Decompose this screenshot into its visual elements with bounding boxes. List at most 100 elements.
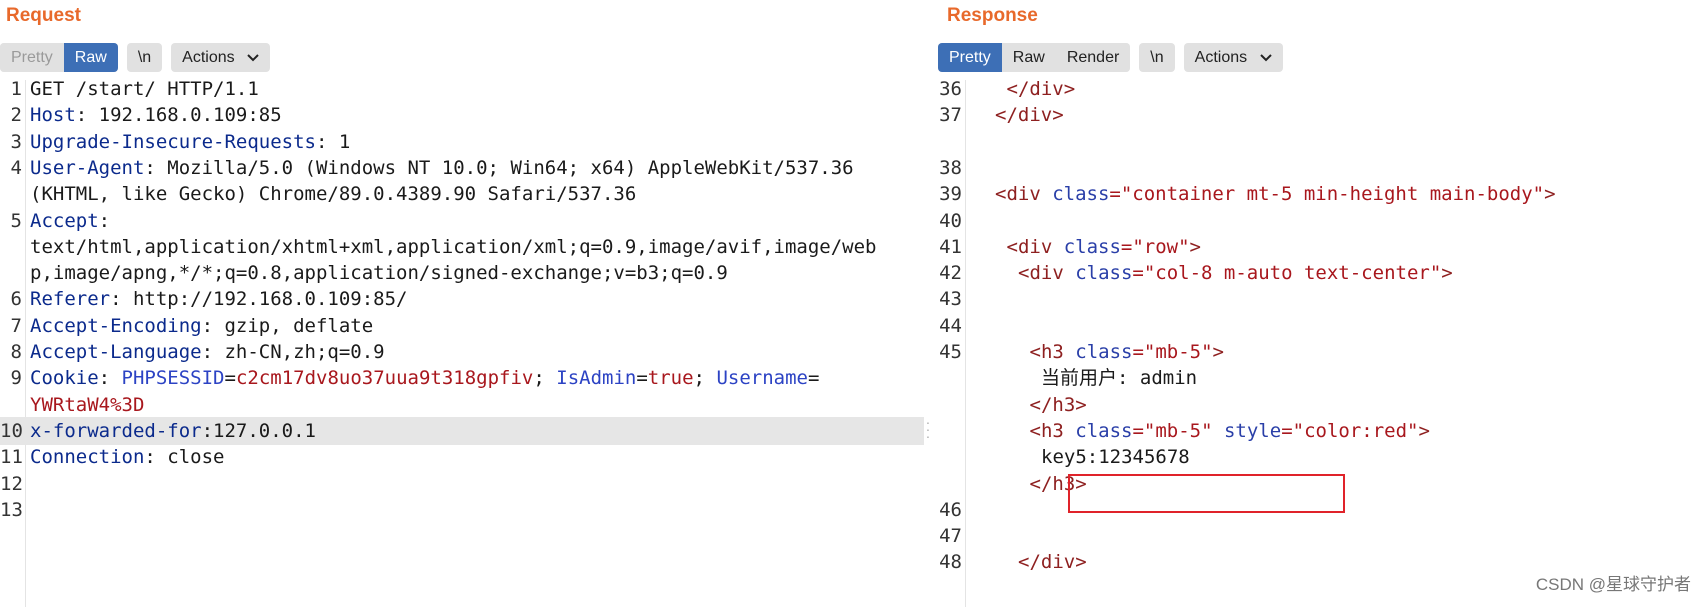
line-number: 11: [0, 446, 23, 469]
line-number: 12: [0, 472, 23, 495]
line-number: 6: [10, 288, 22, 311]
code-token: Host: [30, 104, 76, 127]
response-actions-button[interactable]: Actions: [1183, 43, 1283, 72]
code-line: x-forwarded-for:127.0.0.1: [30, 417, 924, 445]
code-token: 当前用户: admin: [1041, 367, 1198, 390]
code-token: Upgrade-Insecure-Requests: [30, 130, 316, 153]
code-line: <h3 class="mb-5" style="color:red">: [972, 417, 1703, 445]
request-editor[interactable]: 1 2 3 4 5 6 7 8 9 10 11 12 13 GET /start/ HTTP/1.1 Ho…: [0, 78, 924, 607]
code-token: : zh-CN,zh;q=0.9: [201, 341, 385, 363]
response-toolbar: Pretty Raw Render \n Actions: [938, 43, 1283, 72]
response-view-toggle: Pretty Raw Render: [938, 43, 1131, 72]
response-editor[interactable]: 36 37 38 39 40 41 42 43 44 45 46 47 48 </div> </div> <…: [936, 78, 1703, 607]
code-token: class: [1063, 235, 1121, 258]
code-token: Connection: [30, 446, 145, 469]
code-token: ="row": [1120, 235, 1190, 258]
response-pane: Response Pretty Raw Render \n Actions 36…: [936, 0, 1703, 607]
line-number: 36: [939, 78, 962, 100]
code-token: (KHTML, like Gecko) Chrome/89.0.4389.90 …: [30, 183, 637, 206]
watermark: CSDN @星球守护者: [1535, 575, 1691, 594]
code-token: </div>: [1018, 551, 1087, 574]
code-line: key5:12345678: [972, 443, 1703, 471]
code-token: : 192.168.0.109:85: [75, 104, 282, 127]
code-token: ="container mt-5 min-height main-body": [1109, 183, 1545, 206]
drag-handle-icon[interactable]: · · ·: [925, 415, 931, 443]
line-number: 47: [939, 525, 962, 548]
code-line: p,image/apng,*/*;q=0.8,application/signe…: [30, 259, 924, 287]
response-actions-label: Actions: [1194, 49, 1248, 66]
request-actions-label: Actions: [182, 49, 235, 66]
code-token: key5:12345678: [1041, 446, 1190, 469]
request-raw-tab[interactable]: Raw: [63, 43, 118, 72]
code-token: :127.0.0.1: [201, 419, 316, 442]
code-token: Accept-Encoding: [30, 314, 202, 337]
line-number: 3: [10, 130, 22, 153]
code-token: <div: [1006, 235, 1064, 258]
request-pretty-tab[interactable]: Pretty: [0, 43, 64, 72]
response-render-tab[interactable]: Render: [1055, 43, 1131, 72]
code-token: text/html,application/xhtml+xml,applicat…: [30, 235, 877, 258]
code-token: class: [1075, 262, 1133, 285]
code-token: </div>: [1006, 78, 1076, 100]
code-token: PHPSESSID: [121, 367, 225, 390]
request-actions-button[interactable]: Actions: [171, 43, 271, 72]
code-line: <div class="col-8 m-auto text-center">: [972, 259, 1703, 287]
code-token: : 1: [315, 130, 351, 153]
code-line: text/html,application/xhtml+xml,applicat…: [30, 233, 924, 261]
code-token: :: [98, 367, 122, 390]
line-number: 10: [0, 419, 23, 442]
chevron-down-icon: [247, 54, 259, 62]
code-token: ="mb-5": [1132, 341, 1213, 363]
response-newline-toggle[interactable]: \n: [1139, 43, 1175, 72]
pane-divider[interactable]: [924, 0, 936, 607]
line-number: 1: [10, 78, 22, 100]
line-number: 39: [939, 183, 962, 206]
code-token: GET /start/ HTTP/1.1: [30, 78, 259, 100]
code-token: =: [807, 367, 820, 390]
code-token: IsAdmin: [556, 367, 637, 390]
request-title: Request: [6, 5, 81, 26]
code-token: ="mb-5": [1132, 419, 1224, 442]
code-token: YWRtaW4%3D: [30, 393, 145, 416]
code-line: Upgrade-Insecure-Requests: 1: [30, 128, 924, 156]
line-number: 48: [939, 551, 962, 574]
code-line: Cookie: PHPSESSID=c2cm17dv8uo37uua9t318g…: [30, 364, 924, 392]
request-toolbar: Pretty Raw \n Actions: [0, 43, 271, 72]
code-token: ;: [693, 367, 717, 390]
line-number: 42: [939, 262, 962, 285]
code-line: Accept:: [30, 207, 924, 235]
code-token: : gzip, deflate: [201, 314, 374, 337]
code-line: 当前用户: admin: [972, 364, 1703, 392]
code-token: Referer: [30, 288, 111, 311]
code-token: p,image/apng,*/*;q=0.8,application/signe…: [30, 262, 728, 285]
code-token: class: [1075, 341, 1133, 363]
response-pretty-tab[interactable]: Pretty: [938, 43, 1002, 72]
line-number: 44: [939, 314, 962, 337]
response-title: Response: [947, 5, 1038, 26]
code-token: >: [1441, 262, 1453, 285]
code-token: </div>: [995, 104, 1064, 127]
code-token: : Mozilla/5.0 (Windows NT 10.0; Win64; x…: [144, 156, 854, 179]
line-number: 41: [939, 235, 962, 258]
code-token: c2cm17dv8uo37uua9t318gpfiv: [235, 367, 534, 390]
code-token: x-forwarded-for: [30, 419, 202, 442]
line-number: 45: [939, 341, 962, 363]
code-line: User-Agent: Mozilla/5.0 (Windows NT 10.0…: [30, 154, 924, 182]
code-line: GET /start/ HTTP/1.1: [30, 75, 924, 103]
code-token: Cookie: [30, 367, 99, 390]
line-number: 46: [939, 498, 962, 521]
line-number: 8: [10, 341, 22, 363]
code-line: <h3 class="mb-5">: [972, 338, 1703, 366]
code-line: Accept-Language: zh-CN,zh;q=0.9: [30, 338, 924, 366]
code-token: true: [647, 367, 694, 390]
code-token: =: [224, 367, 236, 390]
code-token: Accept: [30, 209, 99, 232]
response-raw-tab[interactable]: Raw: [1001, 43, 1056, 72]
code-token: class: [1052, 183, 1110, 206]
code-token: : http://192.168.0.109:85/: [110, 288, 408, 311]
request-newline-toggle[interactable]: \n: [126, 43, 163, 72]
